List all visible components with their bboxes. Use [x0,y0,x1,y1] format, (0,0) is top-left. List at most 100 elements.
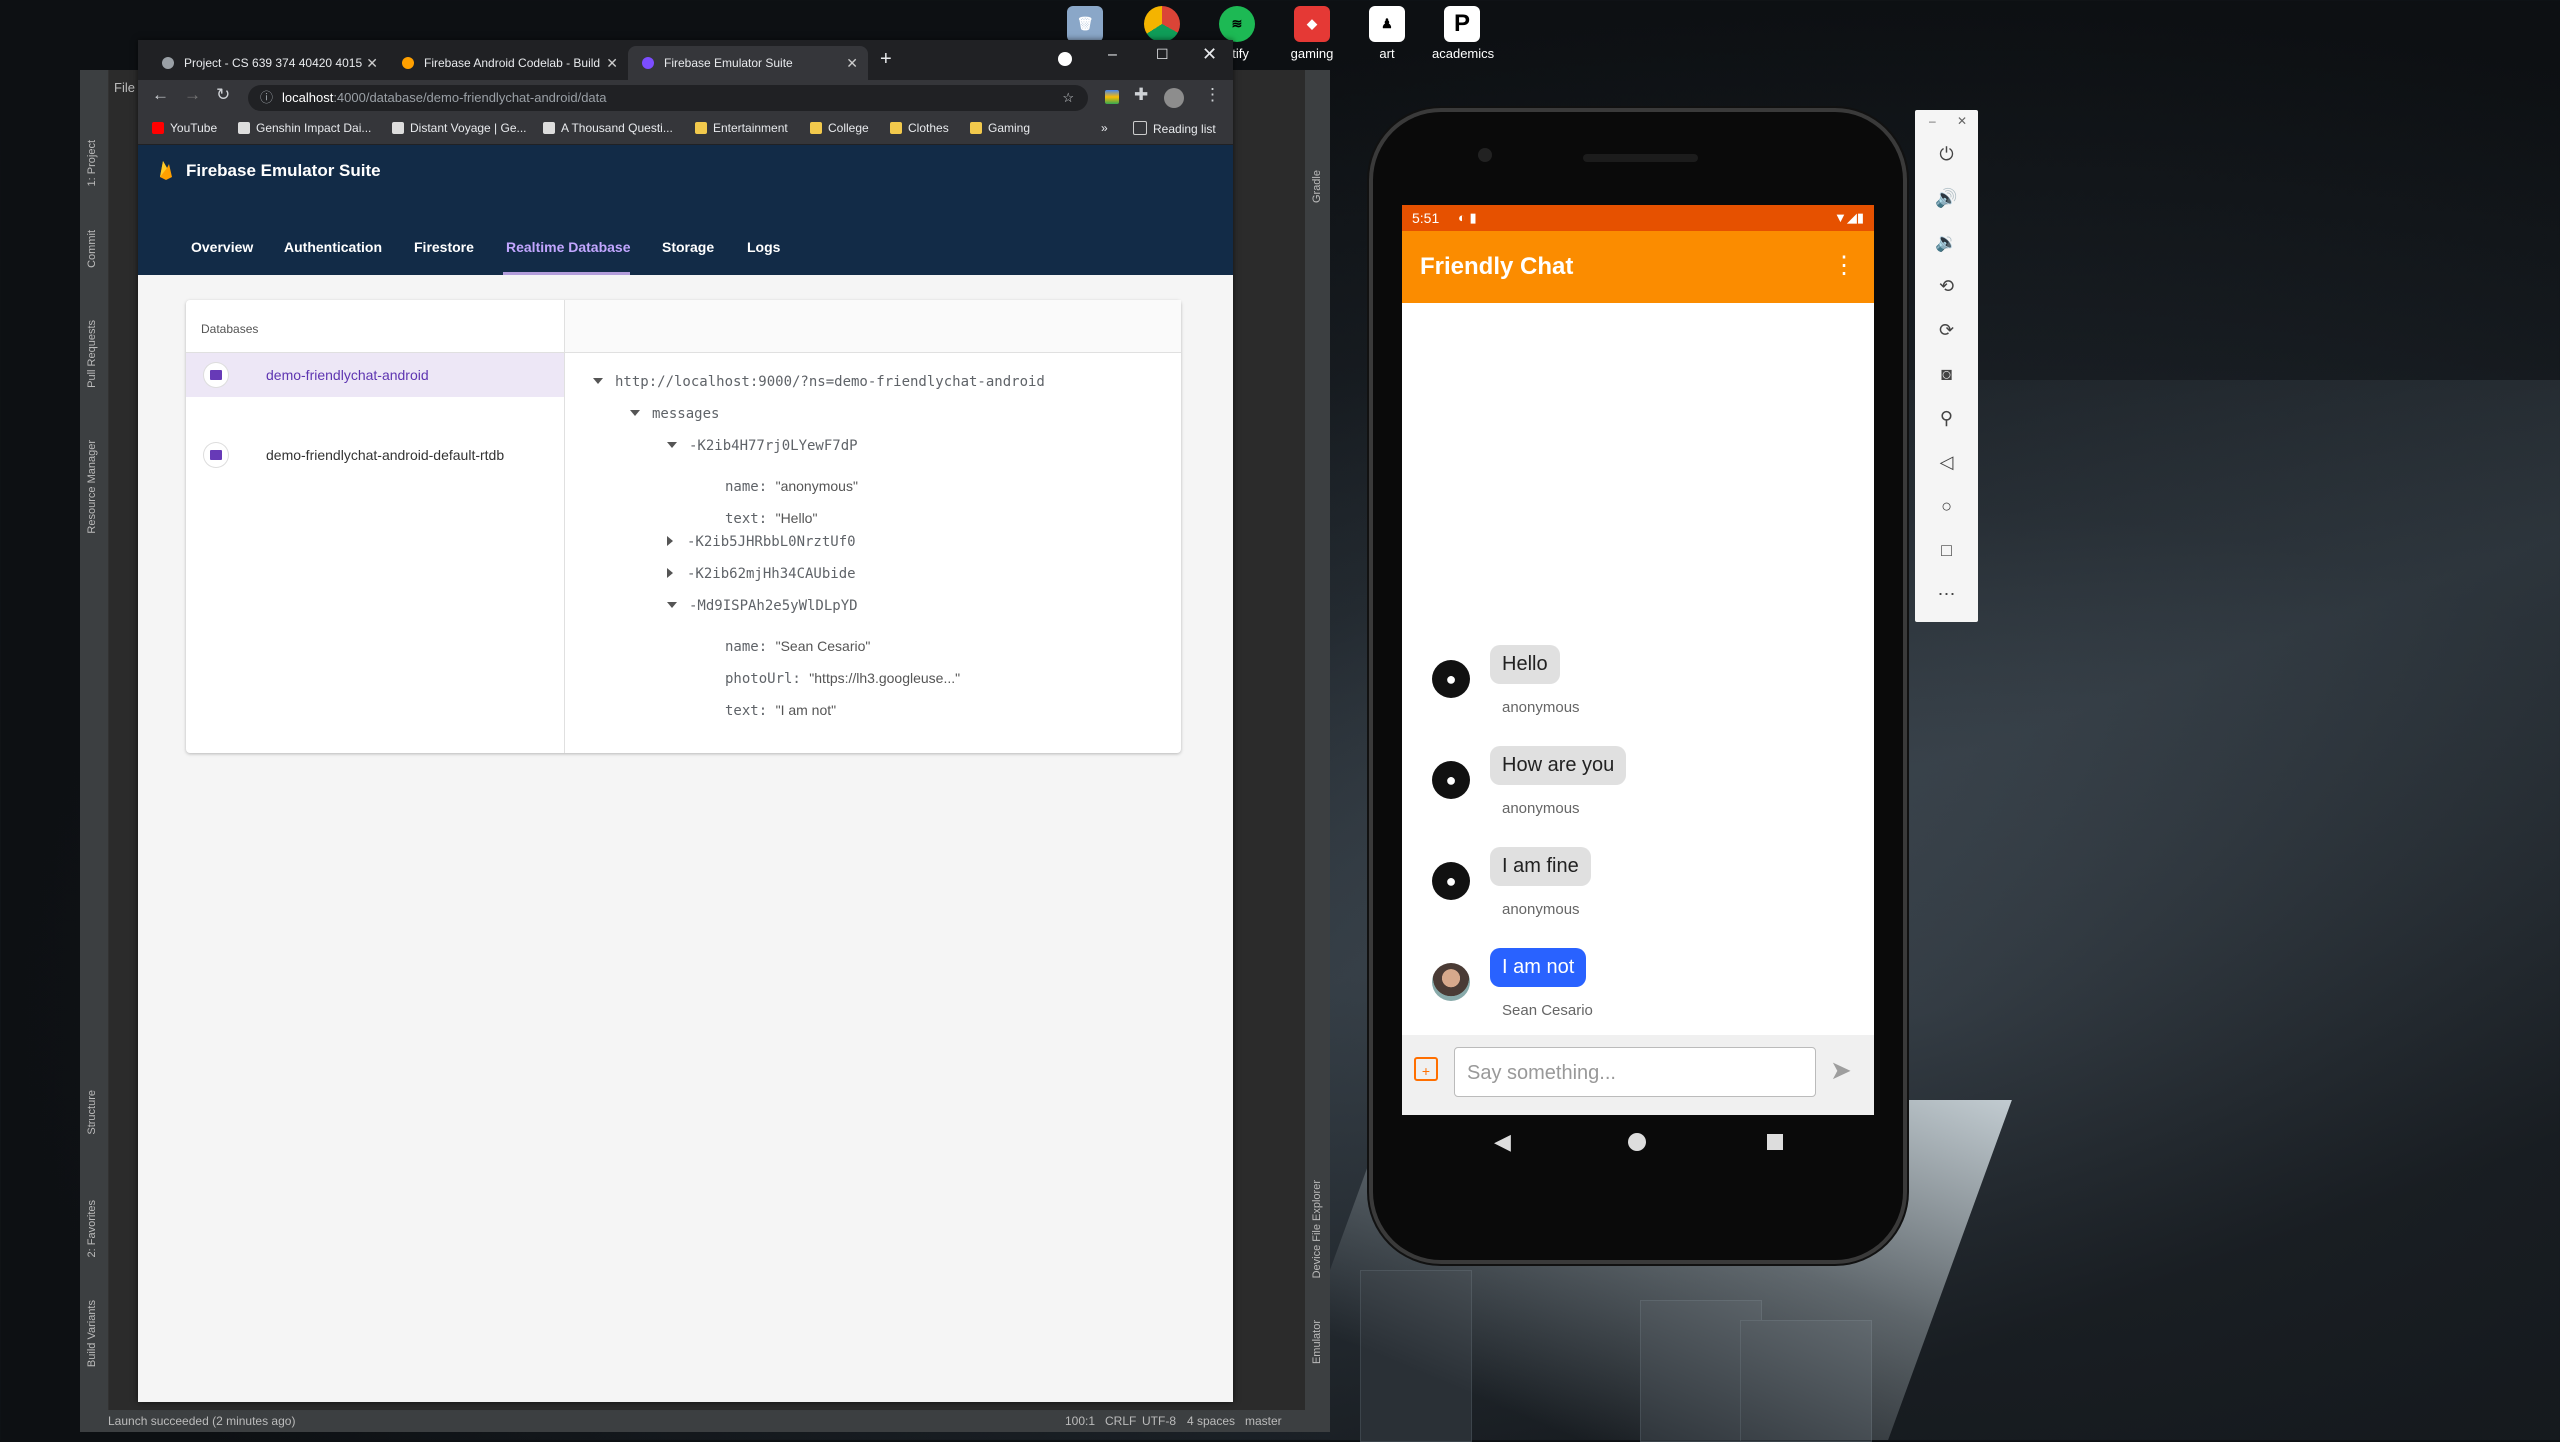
zoom-icon[interactable]: ⚲ [1934,406,1959,431]
message-bubble[interactable]: Hello [1490,645,1560,684]
ide-menu-file[interactable]: File [114,80,135,95]
browser-tab[interactable]: Project - CS 639 374 40420 4015 ✕ [148,46,388,80]
volume-down-icon[interactable]: 🔉 [1934,230,1959,255]
tab-authentication[interactable]: Authentication [284,239,382,255]
tree-node-key[interactable]: -K2ib62mjHh34CAUbide [667,566,856,582]
academics-icon[interactable]: Pacademics [1432,6,1494,61]
expand-caret-icon[interactable] [667,442,677,448]
close-icon[interactable]: ✕ [846,46,858,80]
collapse-caret-icon[interactable] [667,536,673,546]
bookmarks-overflow[interactable]: » [1101,121,1108,135]
tree-node-key[interactable]: -K2ib4H77rj0LYewF7dP [667,438,858,454]
forward-arrow-icon[interactable]: → [184,85,201,105]
gaming-icon[interactable]: ◆ gaming [1282,6,1342,61]
tree-field[interactable]: photoUrl: "https://lh3.googleuse..." [725,670,960,687]
bookmark-college[interactable]: College [810,121,869,135]
tab-realtime-database[interactable]: Realtime Database [506,239,631,255]
bookmark-genshin[interactable]: Genshin Impact Dai... [238,121,371,135]
home-icon[interactable]: ○ [1934,494,1959,519]
status-encoding[interactable]: UTF-8 [1142,1410,1176,1432]
tree-field[interactable]: text: "Hello" [725,510,817,527]
bookmark-distant-voyage[interactable]: Distant Voyage | Ge... [392,121,527,135]
minimize-icon[interactable]: – [1929,114,1936,128]
message-bubble-self[interactable]: I am not [1490,948,1587,987]
tree-node-key[interactable]: -K2ib5JHRbbL0NrztUf0 [667,534,856,550]
tree-node-key[interactable]: -Md9ISPAh2e5yWlDLpYD [667,598,858,614]
extension-icon[interactable] [1105,90,1119,104]
maximize-icon[interactable]: ☐ [1156,46,1169,63]
expand-caret-icon[interactable] [667,602,677,608]
star-icon[interactable]: ☆ [1062,85,1074,111]
tree-root[interactable]: http://localhost:9000/?ns=demo-friendlyc… [593,374,1045,390]
database-item[interactable]: demo-friendlychat-android [186,353,564,397]
minimize-icon[interactable]: – [1108,46,1117,64]
tab-firestore[interactable]: Firestore [414,239,474,255]
message-input[interactable]: Say something... [1454,1047,1816,1097]
expand-caret-icon[interactable] [630,410,640,416]
overflow-menu-icon[interactable]: ⋮ [1832,251,1856,280]
tree-field[interactable]: name: "Sean Cesario" [725,638,870,655]
more-icon[interactable]: ⋯ [1934,582,1959,607]
nav-home-icon[interactable] [1628,1133,1646,1151]
status-line-ending[interactable]: CRLF [1105,1410,1136,1432]
send-icon[interactable]: ➤ [1830,1055,1852,1086]
tab-overview[interactable]: Overview [191,239,253,255]
reading-list[interactable]: Reading list [1133,121,1216,136]
camera-icon[interactable]: ◙ [1934,362,1959,387]
power-icon[interactable]: ⏻ [1934,142,1959,167]
ide-tab-favorites[interactable]: 2: Favorites [86,1200,98,1257]
tab-logs[interactable]: Logs [747,239,780,255]
info-icon[interactable]: ⓘ [260,85,273,111]
expand-caret-icon[interactable] [593,378,603,384]
ide-tab-resource-manager[interactable]: Resource Manager [86,440,98,534]
ide-tab-pull-requests[interactable]: Pull Requests [86,320,98,388]
ide-tab-commit[interactable]: Commit [86,230,98,268]
ide-tab-build-variants[interactable]: Build Variants [86,1300,98,1367]
database-item[interactable]: demo-friendlychat-android-default-rtdb [186,433,564,477]
add-image-icon[interactable]: + [1414,1057,1438,1081]
message-bubble[interactable]: How are you [1490,746,1627,785]
ide-tab-device-file-explorer[interactable]: Device File Explorer [1311,1180,1323,1278]
collapse-caret-icon[interactable] [667,568,673,578]
overview-icon[interactable]: □ [1934,538,1959,563]
status-indent[interactable]: 4 spaces [1187,1410,1235,1432]
rotate-left-icon[interactable]: ⟲ [1934,274,1959,299]
nav-back-icon[interactable]: ◀ [1494,1129,1511,1155]
nav-overview-icon[interactable] [1767,1134,1783,1150]
close-icon[interactable]: ✕ [366,46,378,80]
message-sender: anonymous [1502,699,1580,716]
close-window-icon[interactable]: ✕ [1202,44,1217,65]
message-bubble[interactable]: I am fine [1490,847,1591,886]
tree-node-messages[interactable]: messages [630,406,719,422]
tree-field[interactable]: text: "I am not" [725,702,836,719]
back-icon[interactable]: ◁ [1934,450,1959,475]
kebab-menu-icon[interactable]: ⋮ [1204,85,1221,105]
address-bar[interactable]: ⓘ localhost:4000/database/demo-friendlyc… [248,85,1088,111]
avatar[interactable] [1164,88,1184,108]
back-arrow-icon[interactable]: ← [152,85,169,105]
ide-tab-emulator[interactable]: Emulator [1311,1320,1323,1364]
puzzle-icon[interactable]: ✚ [1134,85,1148,105]
close-icon[interactable]: ✕ [1957,114,1967,128]
status-branch[interactable]: master [1245,1410,1282,1432]
tree-field[interactable]: name: "anonymous" [725,478,858,495]
close-icon[interactable]: ✕ [606,46,618,80]
bookmark-entertainment[interactable]: Entertainment [695,121,788,135]
ide-tab-project[interactable]: 1: Project [86,140,98,186]
bookmark-clothes[interactable]: Clothes [890,121,949,135]
profile-dot-icon[interactable] [1058,52,1072,66]
browser-tab-active[interactable]: Firebase Emulator Suite ✕ [628,46,868,80]
volume-up-icon[interactable]: 🔊 [1934,186,1959,211]
art-icon[interactable]: ♟ art [1357,6,1417,61]
rotate-right-icon[interactable]: ⟳ [1934,318,1959,343]
ide-tab-gradle[interactable]: Gradle [1311,170,1323,203]
bookmark-youtube[interactable]: YouTube [152,121,217,135]
tab-storage[interactable]: Storage [662,239,714,255]
status-position[interactable]: 100:1 [1065,1410,1095,1432]
ide-tab-structure[interactable]: Structure [86,1090,98,1135]
bookmark-thousand-questions[interactable]: A Thousand Questi... [543,121,673,135]
new-tab-button[interactable]: + [880,48,892,71]
reload-icon[interactable]: ↻ [216,85,230,105]
bookmark-gaming[interactable]: Gaming [970,121,1030,135]
browser-tab[interactable]: Firebase Android Codelab - Build ✕ [388,46,628,80]
